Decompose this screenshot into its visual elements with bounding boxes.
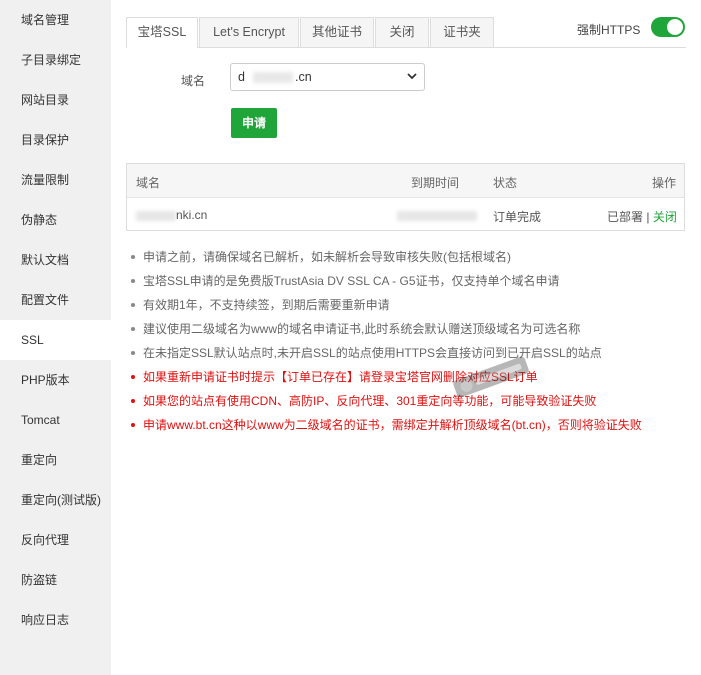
sidebar-item-tomcat[interactable]: Tomcat [0, 400, 111, 440]
bullet-icon [131, 351, 135, 355]
row-actions: 已部署 | 关闭 [607, 208, 677, 225]
main-panel: 宝塔SSL Let's Encrypt 其他证书 关闭 证书夹 强制HTTPS … [111, 0, 701, 675]
bullet-icon [131, 423, 135, 427]
domain-label: 域名 [181, 74, 206, 88]
row-domain: nki.cn [176, 208, 208, 222]
header-status: 状态 [493, 176, 518, 190]
note-text: 宝塔SSL申请的是免费版TrustAsia DV SSL CA - G5证书，仅… [143, 274, 560, 288]
redacted-expire [397, 211, 477, 221]
sidebar-item-domain-management[interactable]: 域名管理 [0, 0, 111, 40]
table-header: 域名 到期时间 状态 操作 [127, 164, 684, 198]
tab-bt-ssl[interactable]: 宝塔SSL [126, 17, 198, 48]
note-text: 申请之前，请确保域名已解析，如未解析会导致审核失败(包括根域名) [143, 250, 511, 264]
tab-cert-folder[interactable]: 证书夹 [430, 17, 494, 47]
sidebar-item-directory-protection[interactable]: 目录保护 [0, 120, 111, 160]
cert-table: 域名 到期时间 状态 操作 nki.cn 订单完成 已部署 | 关闭 [126, 163, 685, 231]
chevron-down-icon [406, 69, 418, 86]
close-link[interactable]: 关闭 [653, 210, 677, 224]
list-item: 建议使用二级域名为www的域名申请证书,此时系统会默认赠送顶级域名为可选名称 [131, 321, 691, 345]
sidebar-item-response-log[interactable]: 响应日志 [0, 600, 111, 640]
bullet-icon [131, 399, 135, 403]
list-item: 如果您的站点有使用CDN、高防IP、反向代理、301重定向等功能，可能导致验证失… [131, 393, 691, 417]
force-https-toggle[interactable] [651, 17, 685, 37]
apply-button[interactable]: 申请 [231, 108, 277, 138]
header-action: 操作 [652, 176, 677, 190]
domain-select-value-end: .cn [295, 70, 312, 84]
sidebar-item-ssl[interactable]: SSL [0, 320, 111, 360]
sidebar: 域名管理 子目录绑定 网站目录 目录保护 流量限制 伪静态 默认文档 配置文件 … [0, 0, 111, 675]
redacted-domain [253, 72, 293, 83]
note-text: 有效期1年，不支持续签，到期后需要重新申请 [143, 298, 390, 312]
sidebar-item-hotlink-protection[interactable]: 防盗链 [0, 560, 111, 600]
header-domain: 域名 [136, 176, 161, 190]
sidebar-item-redirect-beta[interactable]: 重定向(测试版) [0, 480, 111, 520]
header-expire: 到期时间 [411, 176, 460, 190]
sidebar-item-default-document[interactable]: 默认文档 [0, 240, 111, 280]
sidebar-item-site-directory[interactable]: 网站目录 [0, 80, 111, 120]
bullet-icon [131, 255, 135, 259]
note-text: 建议使用二级域名为www的域名申请证书,此时系统会默认赠送顶级域名为可选名称 [143, 322, 581, 336]
action-separator: | [646, 210, 650, 224]
note-text: 在未指定SSL默认站点时,未开启SSL的站点使用HTTPS会直接访问到已开启SS… [143, 346, 602, 360]
tab-close[interactable]: 关闭 [375, 17, 429, 47]
sidebar-item-redirect[interactable]: 重定向 [0, 440, 111, 480]
force-https-label: 强制HTTPS [577, 23, 641, 37]
sidebar-item-php-version[interactable]: PHP版本 [0, 360, 111, 400]
sidebar-item-rewrite[interactable]: 伪静态 [0, 200, 111, 240]
note-text: 申请www.bt.cn这种以www为二级域名的证书，需绑定并解析顶级域名(bt.… [143, 418, 642, 432]
redacted-domain [136, 211, 176, 221]
sidebar-item-reverse-proxy[interactable]: 反向代理 [0, 520, 111, 560]
list-item: 在未指定SSL默认站点时,未开启SSL的站点使用HTTPS会直接访问到已开启SS… [131, 345, 691, 369]
note-text: 如果您的站点有使用CDN、高防IP、反向代理、301重定向等功能，可能导致验证失… [143, 394, 597, 408]
domain-select-value-start: d [238, 70, 245, 84]
list-item: 有效期1年，不支持续签，到期后需要重新申请 [131, 297, 691, 321]
notes-list: 申请之前，请确保域名已解析，如未解析会导致审核失败(包括根域名) 宝塔SSL申请… [131, 249, 691, 441]
deployed-status: 已部署 [607, 210, 644, 224]
domain-select[interactable]: d .cn [230, 63, 425, 91]
tab-lets-encrypt[interactable]: Let's Encrypt [199, 17, 299, 47]
sidebar-item-traffic-limit[interactable]: 流量限制 [0, 160, 111, 200]
sidebar-item-subdirectory-binding[interactable]: 子目录绑定 [0, 40, 111, 80]
list-item: 申请之前，请确保域名已解析，如未解析会导致审核失败(包括根域名) [131, 249, 691, 273]
bullet-icon [131, 303, 135, 307]
list-item: 如果重新申请证书时提示【订单已存在】请登录宝塔官网删除对应SSL订单 [131, 369, 691, 393]
toggle-knob [667, 19, 683, 35]
bullet-icon [131, 375, 135, 379]
bullet-icon [131, 279, 135, 283]
bullet-icon [131, 327, 135, 331]
row-status: 订单完成 [493, 210, 542, 224]
list-item: 申请www.bt.cn这种以www为二级域名的证书，需绑定并解析顶级域名(bt.… [131, 417, 691, 441]
list-item: 宝塔SSL申请的是免费版TrustAsia DV SSL CA - G5证书，仅… [131, 273, 691, 297]
tab-other-cert[interactable]: 其他证书 [300, 17, 374, 47]
sidebar-item-config-file[interactable]: 配置文件 [0, 280, 111, 320]
